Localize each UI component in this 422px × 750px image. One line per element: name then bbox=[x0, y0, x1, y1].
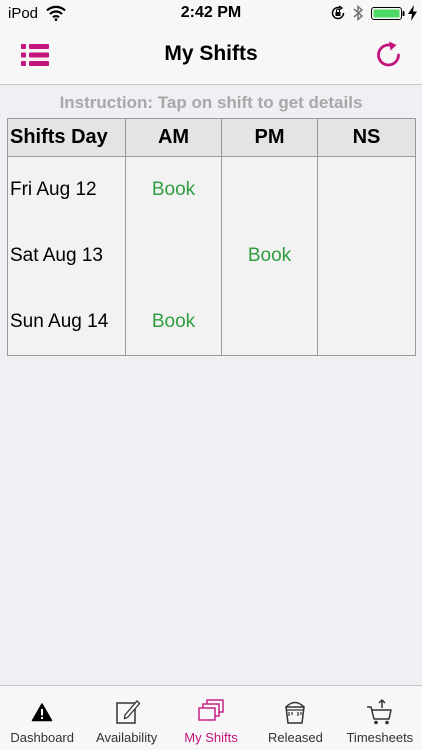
pm-book-button[interactable]: Book bbox=[221, 223, 318, 289]
ns-slot-cell[interactable] bbox=[317, 156, 416, 223]
navigation-bar: My Shifts bbox=[0, 28, 422, 85]
tab-label: Timesheets bbox=[346, 730, 414, 745]
tab-availability[interactable]: Availability bbox=[84, 686, 168, 750]
page-title: My Shifts bbox=[164, 42, 258, 65]
bucket-icon bbox=[285, 701, 306, 724]
status-bar: iPod 2:42 PM bbox=[0, 0, 422, 28]
battery-icon bbox=[371, 7, 405, 20]
table-row: Sat Aug 13 Book bbox=[7, 223, 416, 289]
shift-day-cell: Sun Aug 14 bbox=[7, 289, 126, 356]
tab-label: Availability bbox=[96, 730, 158, 745]
cart-icon bbox=[366, 698, 392, 725]
shift-day-cell: Fri Aug 12 bbox=[7, 156, 126, 223]
table-header-row: Shifts Day AM PM NS bbox=[7, 118, 416, 157]
table-row: Fri Aug 12 Book bbox=[7, 156, 416, 223]
column-header-pm: PM bbox=[221, 118, 318, 157]
am-book-button[interactable]: Book bbox=[125, 156, 222, 223]
am-slot-cell[interactable] bbox=[125, 223, 222, 289]
tab-released[interactable]: Released bbox=[253, 686, 337, 750]
tab-label: Released bbox=[267, 730, 323, 745]
tab-timesheets[interactable]: Timesheets bbox=[338, 686, 422, 750]
column-header-ns: NS bbox=[317, 118, 416, 157]
charging-icon bbox=[408, 5, 417, 21]
orientation-lock-icon bbox=[331, 5, 345, 20]
column-header-am: AM bbox=[125, 118, 222, 157]
warning-icon bbox=[31, 703, 53, 722]
ns-slot-cell[interactable] bbox=[317, 289, 416, 356]
tab-my-shifts[interactable]: My Shifts bbox=[169, 686, 253, 750]
instruction-text: Instruction: Tap on shift to get details bbox=[59, 93, 363, 112]
ns-slot-cell[interactable] bbox=[317, 223, 416, 289]
tab-label: Dashboard bbox=[10, 730, 74, 745]
pm-slot-cell[interactable] bbox=[221, 289, 318, 356]
shift-day-cell: Sat Aug 13 bbox=[7, 223, 126, 289]
shifts-table: Shifts Day AM PM NS Fri Aug 12 Book Sat … bbox=[7, 118, 416, 356]
am-book-button[interactable]: Book bbox=[125, 289, 222, 356]
tab-label: My Shifts bbox=[184, 730, 238, 745]
bluetooth-icon bbox=[353, 4, 364, 22]
table-row: Sun Aug 14 Book bbox=[7, 289, 416, 356]
refresh-icon[interactable] bbox=[374, 40, 404, 70]
tab-bar: Dashboard Availability My Shifts Release… bbox=[0, 685, 422, 750]
stacked-pages-icon bbox=[198, 699, 224, 721]
column-header-shifts-day: Shifts Day bbox=[7, 118, 126, 157]
pm-slot-cell[interactable] bbox=[221, 156, 318, 223]
edit-icon bbox=[115, 700, 140, 724]
tab-dashboard[interactable]: Dashboard bbox=[0, 686, 84, 750]
